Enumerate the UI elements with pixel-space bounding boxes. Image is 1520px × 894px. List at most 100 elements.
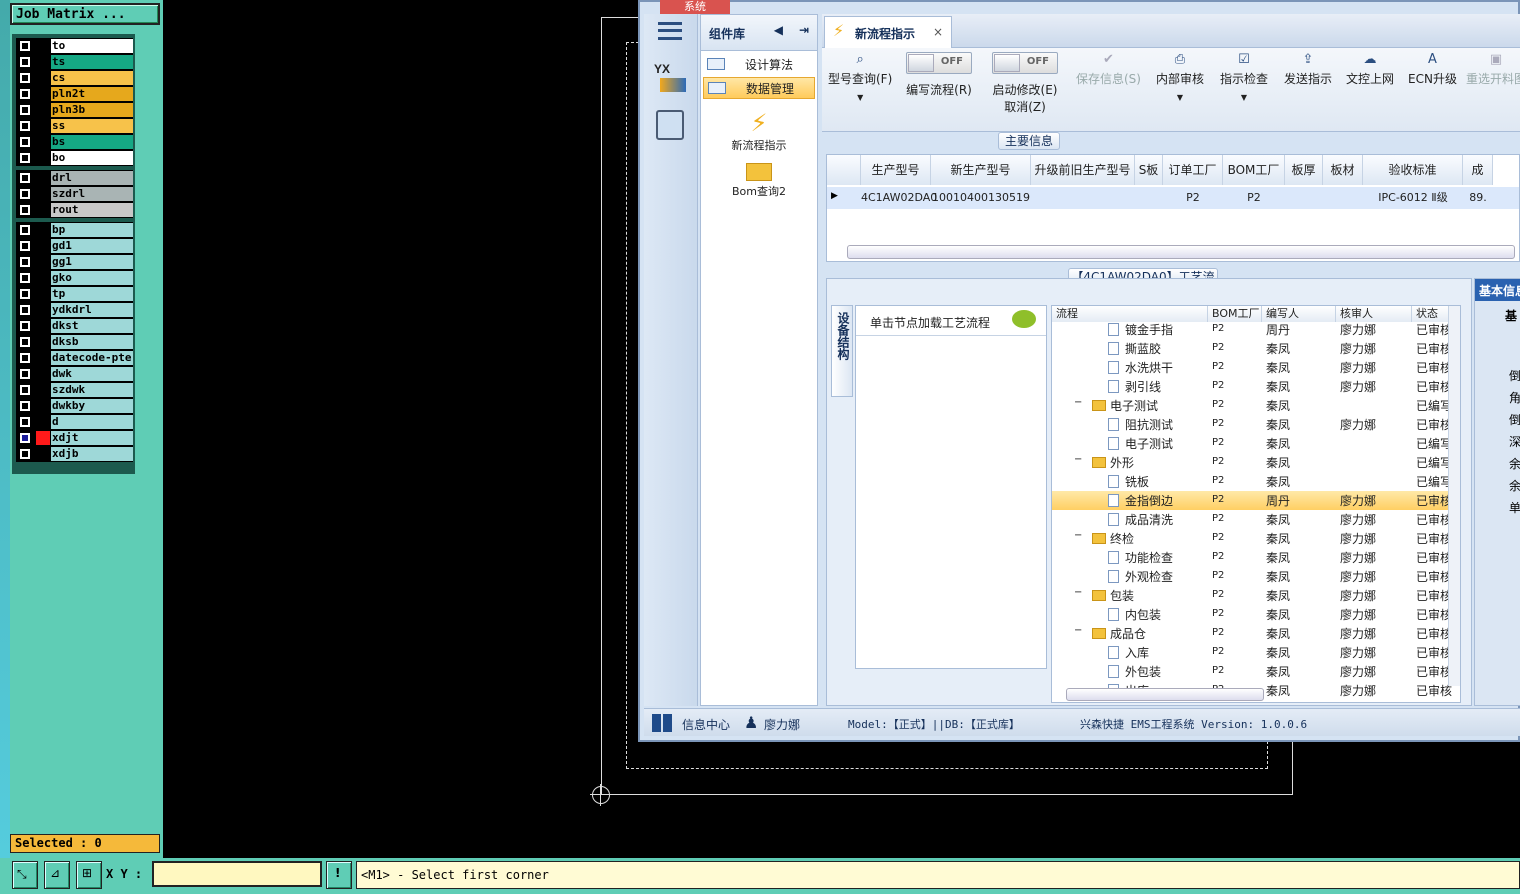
layer-row[interactable]: to (16, 38, 133, 54)
layer-row[interactable]: ss (16, 118, 133, 134)
tab-device-structure[interactable]: 设备结构 (831, 305, 853, 397)
layer-checkbox[interactable] (20, 321, 30, 331)
layer-checkbox[interactable] (20, 241, 30, 251)
layer-checkbox[interactable] (20, 289, 30, 299)
column-header[interactable]: 生产型号 (861, 155, 931, 185)
column-header[interactable]: 成 (1463, 155, 1493, 185)
layer-checkbox[interactable] (20, 121, 30, 131)
column-header[interactable]: 新生产型号 (931, 155, 1031, 185)
layer-checkbox[interactable] (20, 273, 30, 283)
collapse-icon[interactable]: − (1074, 454, 1082, 465)
calculator-icon[interactable] (656, 110, 684, 140)
layer-checkbox[interactable] (20, 89, 30, 99)
tree-row[interactable]: 铣板 P2 秦凤 已编写 (1052, 472, 1460, 491)
layer-row[interactable]: bs (16, 134, 133, 150)
close-icon[interactable]: × (933, 25, 943, 39)
toggle-switch[interactable]: OFF (906, 52, 972, 74)
tree-row[interactable]: 外形 − P2 秦凤 已编写 (1052, 453, 1460, 472)
tree-folder-node[interactable]: 成品仓 (1092, 625, 1146, 642)
layer-checkbox[interactable] (20, 433, 30, 443)
collapse-icon[interactable]: − (1074, 397, 1082, 408)
layer-row[interactable]: gd1 (16, 238, 133, 254)
bom-query-shortcut[interactable]: Bom查询2 (701, 163, 817, 199)
layer-checkbox[interactable] (20, 401, 30, 411)
layer-checkbox[interactable] (20, 189, 30, 199)
tree-row[interactable]: 终检 − P2 秦凤 廖力娜 已审核 (1052, 529, 1460, 548)
write-process-toggle[interactable]: OFF 编写流程(R) (906, 52, 972, 98)
tree-doc-node[interactable]: 剥引线 (1108, 378, 1161, 395)
layer-checkbox[interactable] (20, 449, 30, 459)
zoom-window-button[interactable]: ⤡ (12, 861, 38, 889)
layer-row[interactable]: gg1 (16, 254, 133, 270)
tree-row[interactable]: 外包装 P2 秦凤 廖力娜 已审核 (1052, 662, 1460, 681)
tree-row[interactable]: 外观检查 P2 秦凤 廖力娜 已审核 (1052, 567, 1460, 586)
send-instruction-button[interactable]: ⇪ 发送指示 (1284, 52, 1332, 87)
layer-row[interactable]: bp (16, 222, 133, 238)
tree-doc-node[interactable]: 功能检查 (1108, 549, 1173, 566)
collapse-left-icon[interactable]: ◀ (774, 23, 783, 37)
ecn-upgrade-button[interactable]: A ECN升级 (1408, 52, 1457, 87)
save-info-button[interactable]: ✔ 保存信息(S) (1076, 52, 1141, 87)
tab-new-process[interactable]: ⚡ 新流程指示 × (824, 16, 952, 48)
tree-folder-node[interactable]: 包装 (1092, 587, 1134, 604)
layer-row[interactable]: gko (16, 270, 133, 286)
layer-row[interactable]: dksb (16, 334, 133, 350)
layer-checkbox[interactable] (20, 337, 30, 347)
tree-row[interactable]: 剥引线 P2 秦凤 廖力娜 已审核 (1052, 377, 1460, 396)
collapse-icon[interactable]: − (1074, 625, 1082, 636)
layer-row[interactable]: datecode-pte (16, 350, 133, 366)
measure-button[interactable]: ⊿ (44, 861, 70, 889)
tree-doc-node[interactable]: 内包装 (1108, 606, 1161, 623)
instruction-check-button[interactable]: ☑ 指示检查 ▼ (1220, 52, 1268, 102)
tree-doc-node[interactable]: 镀金手指 (1108, 321, 1173, 338)
layer-checkbox[interactable] (20, 153, 30, 163)
tree-doc-node[interactable]: 撕蓝胶 (1108, 340, 1161, 357)
tree-doc-node[interactable]: 金指倒边 (1108, 492, 1173, 509)
tree-row[interactable]: 包装 − P2 秦凤 廖力娜 已审核 (1052, 586, 1460, 605)
tree-row[interactable]: 水洗烘干 P2 秦凤 廖力娜 已审核 (1052, 358, 1460, 377)
start-modify-toggle[interactable]: OFF 启动修改(E) 取消(Z) (992, 52, 1058, 115)
basic-info-tab[interactable]: 基 (1505, 307, 1520, 324)
horizontal-scrollbar[interactable] (847, 245, 1515, 259)
tree-row[interactable]: 功能检查 P2 秦凤 廖力娜 已审核 (1052, 548, 1460, 567)
column-header[interactable]: S板 (1135, 155, 1163, 185)
collapse-icon[interactable]: − (1074, 530, 1082, 541)
tree-doc-node[interactable]: 电子测试 (1108, 435, 1173, 452)
layer-row[interactable]: ydkdrl (16, 302, 133, 318)
internal-review-button[interactable]: ⎙ 内部审核 ▼ (1156, 52, 1204, 102)
tree-row[interactable]: 成品清洗 P2 秦凤 廖力娜 已审核 (1052, 510, 1460, 529)
layer-checkbox[interactable] (20, 353, 30, 363)
layer-row[interactable]: bo (16, 150, 133, 166)
layer-checkbox[interactable] (20, 173, 30, 183)
layer-checkbox[interactable] (20, 41, 30, 51)
column-header[interactable]: BOM工厂 (1223, 155, 1285, 185)
tree-row[interactable]: 阻抗测试 P2 秦凤 廖力娜 已审核 (1052, 415, 1460, 434)
lib-item-data-management[interactable]: 数据管理 (703, 77, 815, 99)
layer-checkbox[interactable] (20, 137, 30, 147)
tree-row[interactable]: 镀金手指 P2 周丹 廖力娜 已审核 (1052, 320, 1460, 339)
tree-doc-node[interactable]: 铣板 (1108, 473, 1149, 490)
tree-row[interactable]: 金指倒边 P2 周丹 廖力娜 已审核 (1052, 491, 1460, 510)
layer-checkbox[interactable] (20, 417, 30, 427)
tree-doc-node[interactable]: 外包装 (1108, 663, 1161, 680)
column-header[interactable]: 验收标准 (1363, 155, 1463, 185)
tree-row[interactable]: 撕蓝胶 P2 秦凤 廖力娜 已审核 (1052, 339, 1460, 358)
collapse-icon[interactable]: − (1074, 587, 1082, 598)
menu-icon[interactable] (658, 22, 682, 40)
layer-row[interactable]: drl (16, 170, 133, 186)
layer-row[interactable]: xdjt (16, 430, 133, 446)
tree-doc-node[interactable]: 阻抗测试 (1108, 416, 1173, 433)
column-header[interactable]: 板材 (1323, 155, 1363, 185)
reselect-button[interactable]: ▣ 重选开料图 (1466, 52, 1520, 87)
layer-row[interactable]: szdwk (16, 382, 133, 398)
job-matrix-title[interactable]: Job Matrix ... (10, 3, 160, 25)
layer-row[interactable]: dkst (16, 318, 133, 334)
snap-button[interactable]: ⊞ (76, 861, 102, 889)
layer-checkbox[interactable] (20, 225, 30, 235)
layer-row[interactable]: pln2t (16, 86, 133, 102)
layer-row[interactable]: ts (16, 54, 133, 70)
layer-checkbox[interactable] (20, 257, 30, 267)
new-process-shortcut[interactable]: ⚡ 新流程指示 (701, 109, 817, 153)
layer-row[interactable]: dwkby (16, 398, 133, 414)
tree-folder-node[interactable]: 终检 (1092, 530, 1134, 547)
